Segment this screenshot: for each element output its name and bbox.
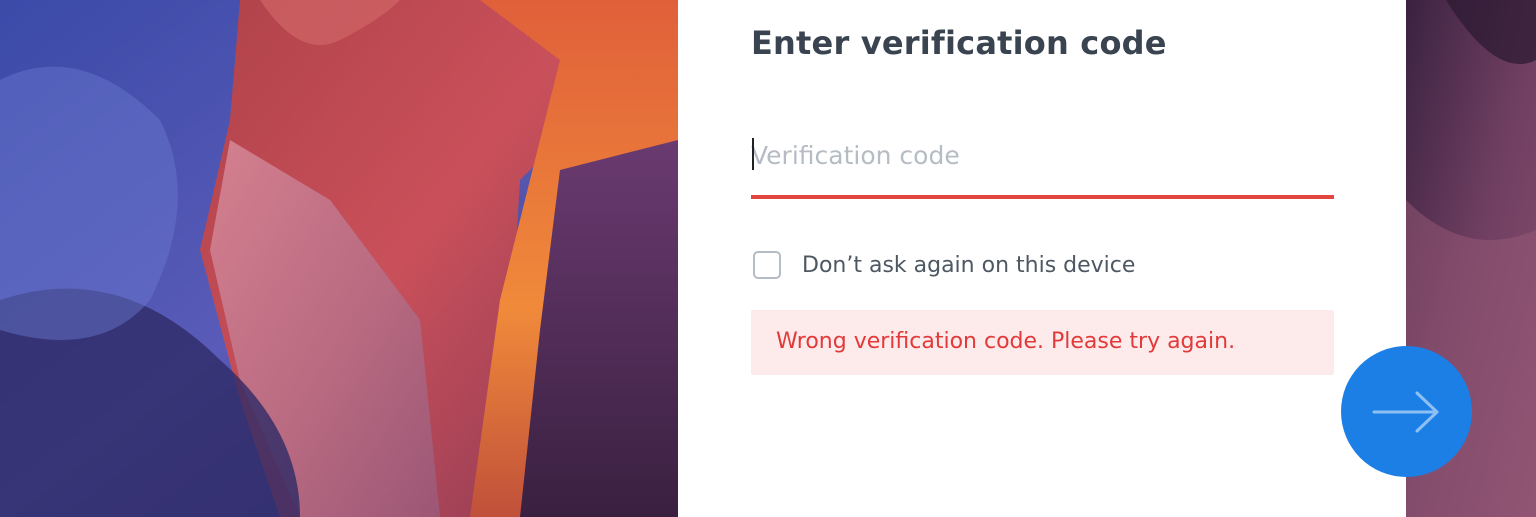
remember-device-label[interactable]: Don’t ask again on this device: [802, 253, 1135, 278]
text-caret: [752, 138, 754, 170]
error-alert: Wrong verification code. Please try agai…: [751, 310, 1334, 375]
arrow-right-icon: [1372, 391, 1439, 433]
verification-code-input[interactable]: [751, 132, 1334, 178]
submit-button[interactable]: [1341, 346, 1472, 477]
input-underline-error: [751, 195, 1334, 199]
login-screen: Enter verification code Don’t ask again …: [0, 0, 1536, 517]
verification-panel: Enter verification code Don’t ask again …: [678, 0, 1406, 517]
error-message: Wrong verification code. Please try agai…: [776, 329, 1236, 354]
remember-device-checkbox[interactable]: [753, 251, 781, 279]
background-canyon-image: [0, 0, 678, 517]
page-title: Enter verification code: [751, 24, 1167, 62]
